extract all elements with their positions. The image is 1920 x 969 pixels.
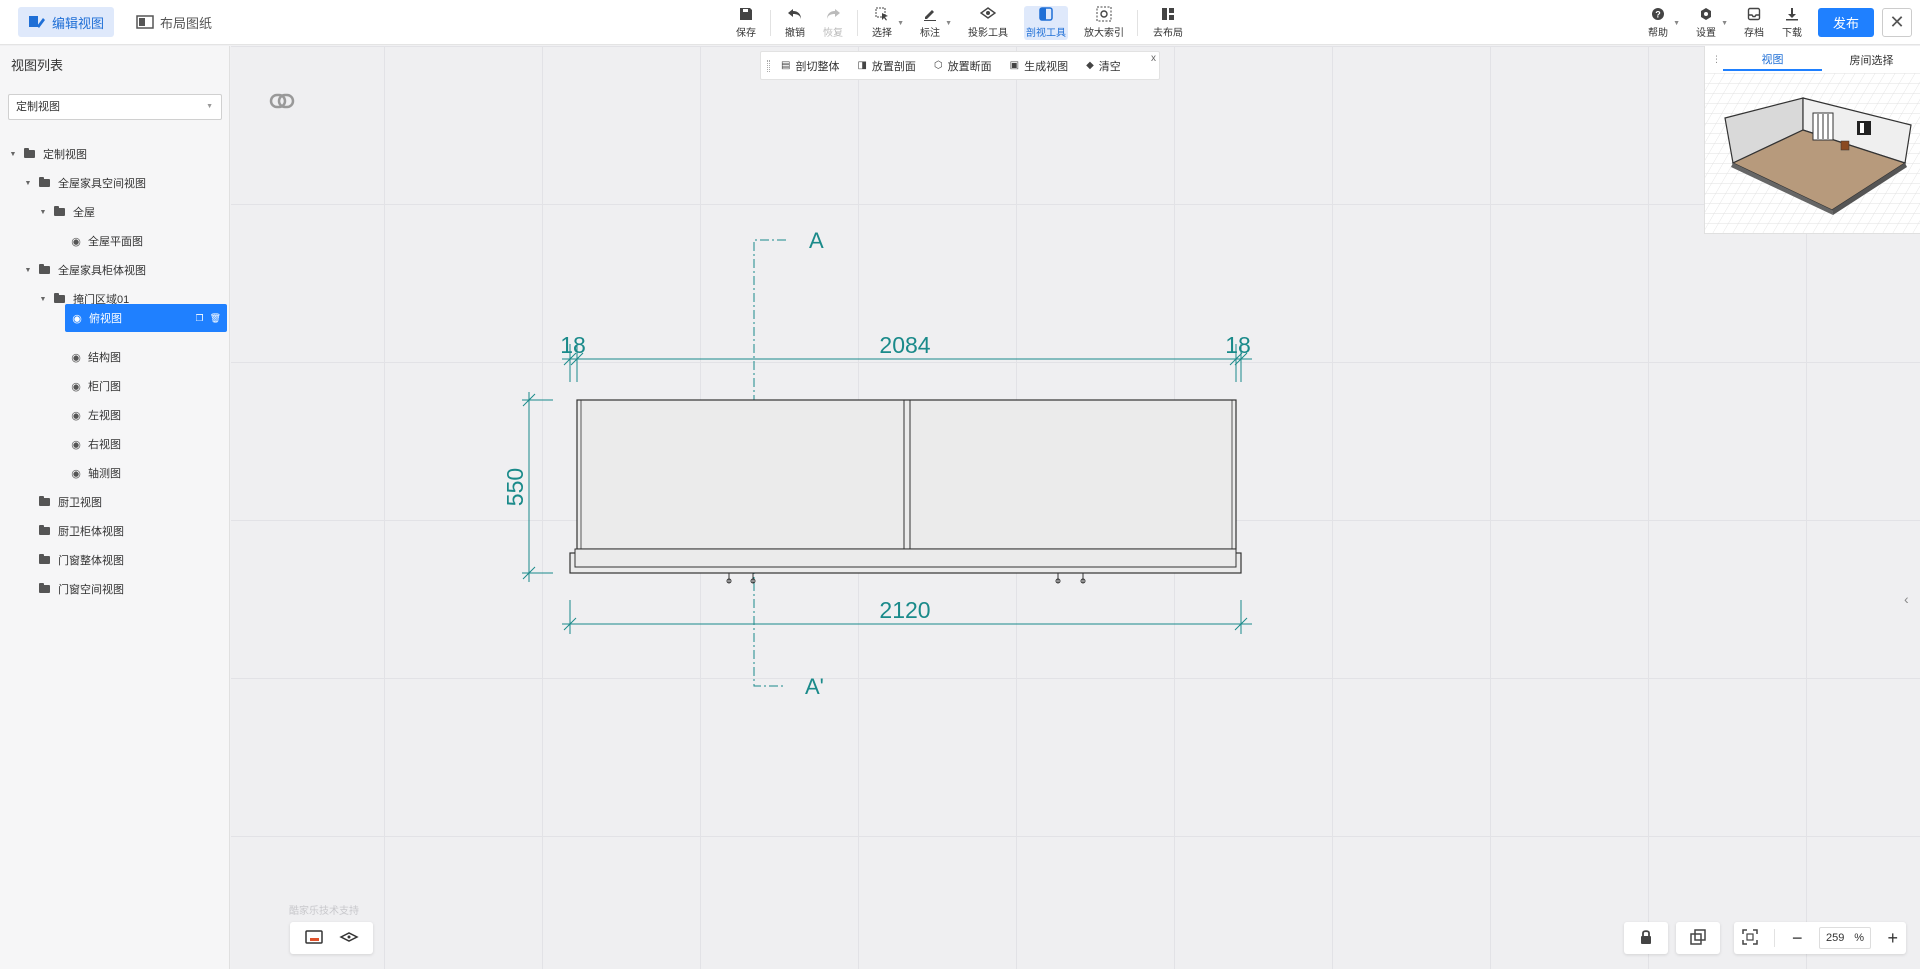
measure-icon[interactable]	[339, 929, 359, 948]
watermark-text: 酷家乐技术支持	[289, 906, 359, 917]
lock-button[interactable]	[1624, 922, 1668, 954]
dimension-top-middle: 2084	[879, 332, 930, 358]
tab-preview-view[interactable]: 视图	[1723, 49, 1822, 71]
dimension-left: 550	[502, 468, 528, 506]
dimension-top-left: 18	[560, 332, 586, 358]
room-3d-preview[interactable]	[1705, 73, 1920, 233]
zoom-input[interactable]: 259 %	[1818, 927, 1871, 949]
copy-view-button[interactable]	[1676, 922, 1720, 954]
copy-view-icon	[1690, 928, 1706, 948]
section-label-top: A	[809, 228, 824, 253]
zoom-out-icon[interactable]: −	[1792, 928, 1803, 949]
dimension-top-right: 18	[1225, 332, 1251, 358]
canvas-mini-toolbar	[290, 922, 373, 954]
collapse-panel-icon[interactable]: ‹	[1904, 591, 1909, 607]
zoom-control: − 259 % +	[1734, 922, 1906, 954]
preview-tabs: 视图 房间选择	[1723, 49, 1920, 71]
cabinet-hinge	[726, 573, 1086, 584]
zoom-in-icon[interactable]: +	[1887, 928, 1898, 949]
divider	[1774, 929, 1776, 947]
section-label-bottom: A'	[805, 674, 824, 699]
cabinet-outline[interactable]	[569, 399, 1242, 574]
drag-handle-icon[interactable]: ⋮	[1712, 54, 1721, 65]
ruler-icon[interactable]	[304, 929, 324, 948]
dimension-bottom: 2120	[879, 597, 930, 623]
lock-icon	[1639, 929, 1653, 948]
cabinet-top-view-drawing: A A' 18 2084 18 550 2120	[502, 228, 1252, 699]
tab-room-select[interactable]: 房间选择	[1822, 49, 1920, 71]
preview-panel: ⋮ 视图 房间选择	[1704, 46, 1920, 234]
fit-screen-icon[interactable]	[1742, 928, 1758, 948]
